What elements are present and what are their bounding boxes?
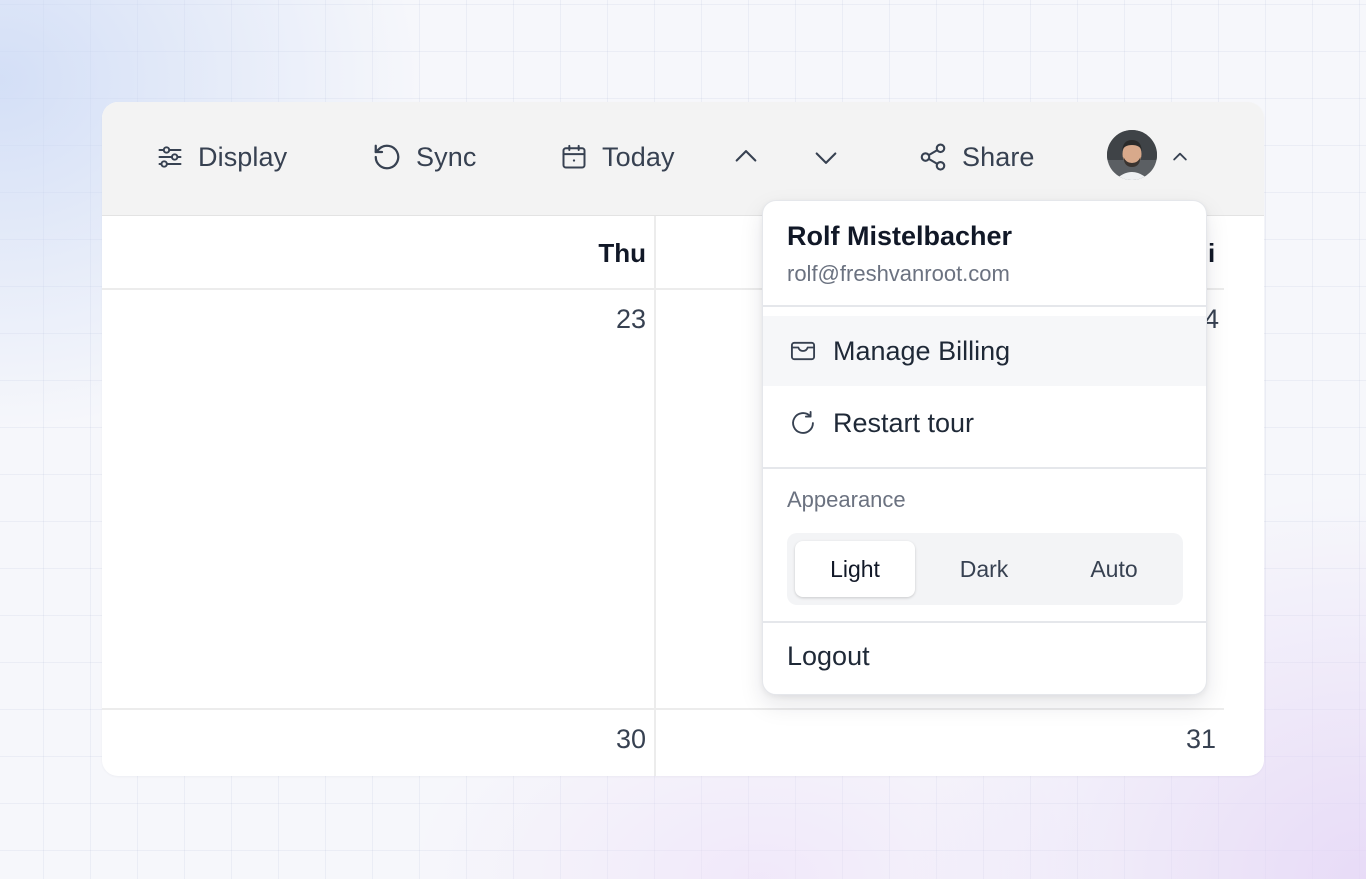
chevron-up-icon [735, 150, 757, 162]
rotate-ccw-icon [374, 144, 400, 170]
sync-button[interactable]: Sync [372, 135, 476, 179]
sync-label: Sync [416, 141, 477, 172]
avatar[interactable] [1107, 130, 1157, 180]
toolbar: Display Sync Today Share [102, 102, 1264, 216]
menu-divider [763, 621, 1206, 623]
day-header-thu: Thu [598, 238, 646, 268]
display-label: Display [198, 141, 288, 172]
appearance-switcher: Light Dark Auto [787, 533, 1183, 605]
user-menu-dropdown: Rolf Mistelbacher rolf@freshvanroot.com … [762, 200, 1207, 695]
date-cell-31[interactable]: 31 [1186, 724, 1216, 755]
day-header-fri: i [1208, 238, 1216, 268]
display-button[interactable]: Display [156, 135, 287, 179]
share-icon [920, 143, 946, 171]
chevron-down-icon [815, 152, 837, 164]
user-photo-icon [1107, 130, 1157, 180]
user-menu-toggle[interactable] [1162, 139, 1198, 175]
share-button[interactable]: Share [918, 135, 1035, 179]
calendar-icon [562, 144, 586, 169]
chevron-up-icon [1173, 152, 1187, 161]
appearance-light-option[interactable]: Light [795, 541, 915, 597]
manage-billing-label: Manage Billing [833, 335, 1011, 366]
next-button[interactable] [808, 139, 844, 175]
manage-billing-item[interactable]: Manage Billing [763, 316, 1206, 386]
restart-tour-label: Restart tour [833, 407, 975, 438]
date-cell-30[interactable]: 30 [616, 724, 646, 755]
appearance-label: Appearance [787, 487, 906, 512]
logout-button[interactable]: Logout [787, 641, 870, 672]
week-divider [102, 708, 1224, 710]
menu-divider [763, 467, 1206, 469]
previous-button[interactable] [728, 139, 764, 175]
restart-tour-item[interactable]: Restart tour [763, 388, 1206, 458]
sliders-icon [158, 146, 182, 168]
today-button[interactable]: Today [560, 135, 675, 179]
wallet-icon [790, 341, 816, 361]
menu-divider [763, 305, 1206, 307]
today-label: Today [602, 141, 675, 172]
refresh-icon [792, 410, 814, 434]
appearance-dark-option[interactable]: Dark [924, 541, 1044, 597]
user-email: rolf@freshvanroot.com [787, 261, 1010, 286]
appearance-auto-option[interactable]: Auto [1054, 541, 1174, 597]
column-divider [654, 216, 656, 776]
user-name: Rolf Mistelbacher [787, 221, 1013, 251]
share-label: Share [962, 141, 1035, 172]
date-cell-23[interactable]: 23 [616, 304, 646, 335]
